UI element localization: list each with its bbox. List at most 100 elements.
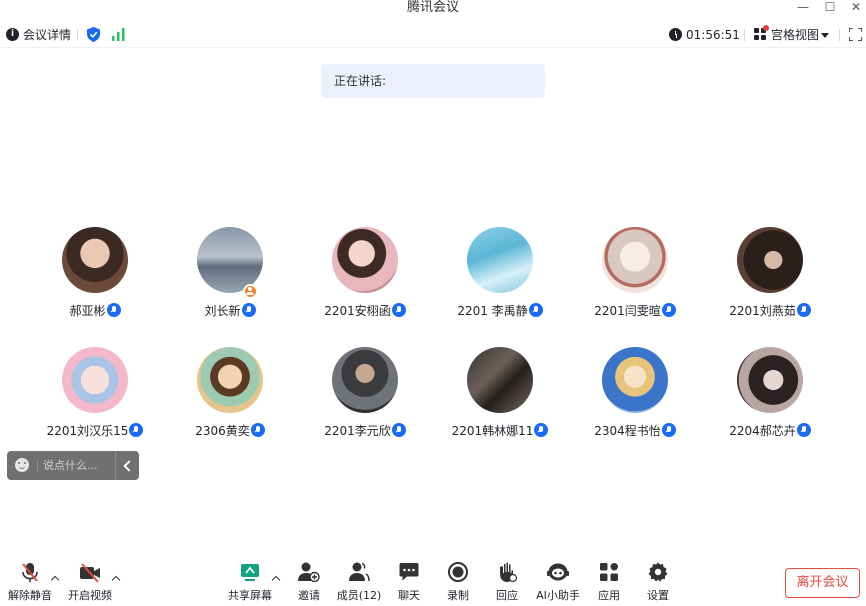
divider [37, 458, 38, 473]
signal-icon[interactable] [112, 28, 125, 41]
participant-name: 2204郝芯卉 [695, 423, 845, 439]
mic-muted-badge-icon [534, 423, 549, 437]
participant-name: 2201刘燕茹 [695, 303, 845, 319]
collapse-chevron-left-icon[interactable] [115, 451, 139, 480]
participant-name: 2201 李禹静 [425, 303, 575, 319]
host-badge-icon [243, 284, 258, 299]
record-icon [448, 562, 468, 582]
participant-name-text: 2304程书怡 [594, 424, 661, 438]
avatar-illustration [602, 347, 668, 413]
mic-muted-badge-icon [391, 303, 406, 317]
avatar-photo [332, 227, 398, 293]
participant-tile[interactable]: 郝亚彬 [20, 227, 170, 327]
participant-tile[interactable]: 刘长新 [155, 227, 305, 327]
minimize-button[interactable]: — [790, 0, 816, 16]
mic-muted-badge-icon [661, 303, 676, 317]
participant-tile[interactable]: 2201安栩函 [290, 227, 440, 327]
mic-muted-badge-icon [796, 303, 811, 317]
start-video-button[interactable]: 开启视频 [60, 562, 120, 604]
view-layout-label: 宫格视图 [771, 28, 820, 42]
chevron-down-icon [821, 33, 829, 38]
participant-tile[interactable]: 2201 李禹静 [425, 227, 575, 327]
unmute-label: 解除静音 [8, 589, 52, 602]
mic-muted-badge-icon [661, 423, 676, 437]
divider [744, 29, 745, 41]
participant-tile[interactable]: 2201刘燕茹 [695, 227, 845, 327]
meeting-info-bar: i 会议详情 01:56:51 宫格视图 [0, 22, 866, 48]
settings-button[interactable]: 设置 [628, 562, 688, 604]
emoji-icon[interactable] [15, 458, 29, 472]
participant-tile[interactable]: 2204郝芯卉 [695, 347, 845, 447]
meeting-window: 腾讯会议 — ☐ ✕ i 会议详情 01:56:51 宫格视图 正在讲话: 郝亚… [0, 0, 866, 606]
participant-name: 2201安栩函 [290, 303, 440, 319]
avatar-illustration [467, 227, 533, 293]
window-title: 腾讯会议 [406, 0, 459, 15]
meeting-timer: 01:56:51 [686, 28, 740, 42]
add-user-icon [298, 562, 320, 582]
unmute-button[interactable]: 解除静音 [0, 562, 60, 604]
notification-dot [763, 25, 769, 31]
participant-name-text: 2201刘燕茹 [729, 304, 796, 318]
close-button[interactable]: ✕ [843, 0, 866, 16]
fullscreen-icon[interactable] [849, 28, 862, 41]
participant-name-text: 郝亚彬 [69, 304, 106, 318]
audio-options-chevron-up-icon[interactable] [51, 575, 59, 583]
avatar-illustration [62, 347, 128, 413]
settings-label: 设置 [647, 589, 669, 602]
avatar-landscape [197, 227, 263, 293]
share-screen-icon [241, 564, 259, 581]
mic-muted-badge-icon [250, 423, 265, 437]
speaking-label: 正在讲话: [334, 74, 387, 88]
mic-muted-badge-icon [106, 303, 121, 317]
share-screen-button[interactable]: 共享屏幕 [220, 562, 280, 604]
participant-tile[interactable]: 2201李元欣 [290, 347, 440, 447]
info-icon: i [6, 28, 19, 41]
participant-name: 郝亚彬 [20, 303, 170, 319]
members-icon [349, 562, 370, 582]
start-video-label: 开启视频 [68, 589, 112, 602]
mic-muted-badge-icon [391, 423, 406, 437]
participant-name: 2201韩林娜11 [425, 423, 575, 439]
avatar-illustration [602, 227, 668, 293]
participant-name-text: 2306黄奕 [195, 424, 250, 438]
participant-name: 2201刘汉乐15 [20, 423, 170, 439]
maximize-button[interactable]: ☐ [817, 0, 843, 16]
participant-name: 2201李元欣 [290, 423, 440, 439]
title-bar: 腾讯会议 — ☐ ✕ [0, 0, 866, 18]
participant-tile[interactable]: 2201闫雯暄 [560, 227, 710, 327]
mic-muted-badge-icon [796, 423, 811, 437]
participant-name: 2201闫雯暄 [560, 303, 710, 319]
ai-robot-icon [547, 563, 569, 581]
hand-reaction-icon [500, 562, 518, 583]
participant-tile[interactable]: 2304程书怡 [560, 347, 710, 447]
mic-muted-badge-icon [528, 303, 543, 317]
avatar-photo [737, 227, 803, 293]
share-screen-label: 共享屏幕 [228, 589, 272, 602]
participant-name: 2304程书怡 [560, 423, 710, 439]
shield-icon[interactable] [87, 27, 100, 42]
mic-muted-badge-icon [241, 303, 256, 317]
clock-icon [669, 28, 682, 41]
avatar-photo [62, 227, 128, 293]
participant-name-text: 2201李元欣 [324, 424, 391, 438]
meeting-details-label: 会议详情 [23, 28, 72, 42]
chat-bubble-icon [399, 563, 419, 581]
chat-quick-input [7, 451, 139, 480]
participant-name: 刘长新 [155, 303, 305, 319]
grid-view-icon [754, 25, 769, 41]
avatar-photo [332, 347, 398, 413]
participant-tile[interactable]: 2201韩林娜11 [425, 347, 575, 447]
speaking-indicator: 正在讲话: [321, 64, 545, 98]
participant-name-text: 2201安栩函 [324, 304, 391, 318]
participant-name: 2306黄奕 [155, 423, 305, 439]
participant-tile[interactable]: 2201刘汉乐15 [20, 347, 170, 447]
divider [77, 29, 78, 41]
participant-tile[interactable]: 2306黄奕 [155, 347, 305, 447]
video-options-chevron-up-icon[interactable] [112, 575, 120, 583]
leave-meeting-button[interactable]: 离开会议 [785, 568, 860, 598]
chat-input[interactable] [43, 457, 111, 474]
avatar-illustration [197, 347, 263, 413]
avatar-photo [467, 347, 533, 413]
apps-grid-icon [600, 563, 618, 581]
mic-muted-badge-icon [129, 423, 144, 437]
